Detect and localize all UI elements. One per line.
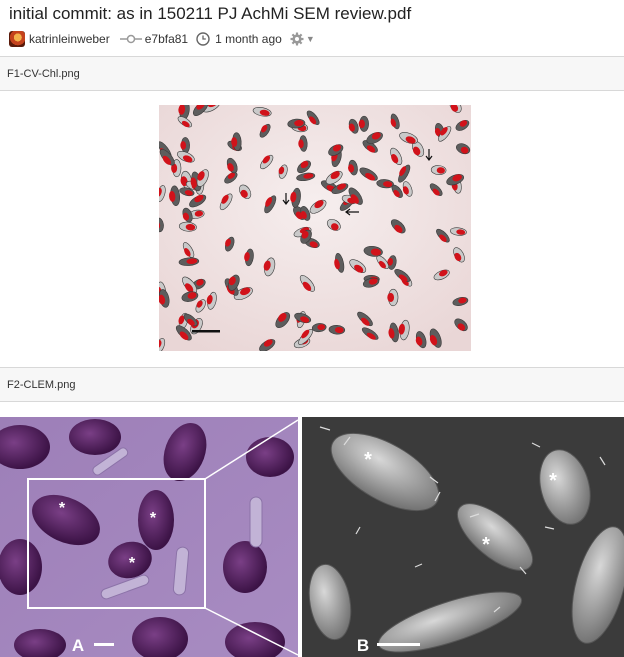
figure-f2-image: * * * A * * * B <box>0 417 624 657</box>
commit-sha-link[interactable]: e7bfa81 <box>145 32 188 46</box>
file-name: F2-CLEM.png <box>7 379 76 391</box>
author-link[interactable]: katrinleinweber <box>29 32 110 46</box>
marker-a1: * <box>59 500 66 517</box>
gear-icon[interactable] <box>290 32 304 46</box>
commit-title: initial commit: as in 150211 PJ AchMi SE… <box>9 4 412 23</box>
clock-icon <box>196 32 210 46</box>
marker-b2: * <box>549 470 557 492</box>
marker-b1: * <box>364 449 372 471</box>
figure-f1-image <box>159 105 471 351</box>
file-header-f1[interactable]: F1-CV-Chl.png <box>0 56 624 91</box>
commit-time: 1 month ago <box>215 32 282 46</box>
caret-down-icon[interactable]: ▼ <box>306 34 315 44</box>
file-name: F1-CV-Chl.png <box>7 68 80 80</box>
file-header-f2[interactable]: F2-CLEM.png <box>0 367 624 402</box>
marker-a2: * <box>150 510 157 527</box>
marker-b3: * <box>482 534 490 556</box>
commit-icon <box>119 34 142 44</box>
panel-label-b: B <box>357 636 369 655</box>
panel-label-a: A <box>72 636 84 655</box>
avatar[interactable] <box>9 31 25 47</box>
marker-a3: * <box>129 555 136 572</box>
commit-meta: katrinleinweber e7bfa81 1 month ago ▼ <box>9 30 315 48</box>
